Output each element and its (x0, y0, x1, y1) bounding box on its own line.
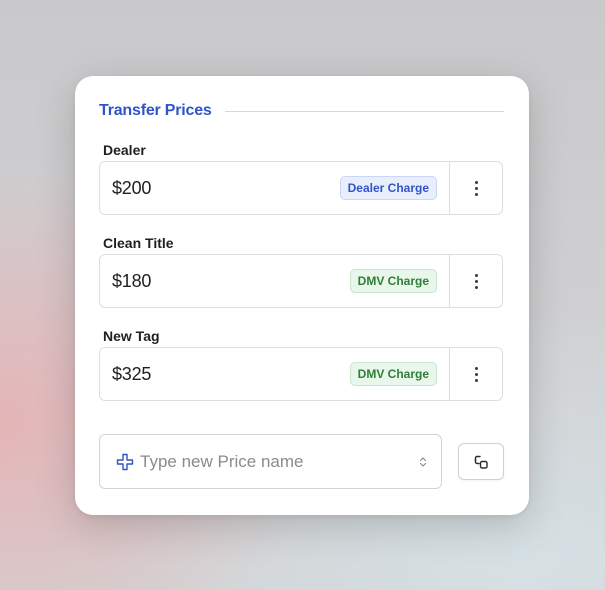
charge-badge: DMV Charge (349, 362, 437, 386)
charge-badge: Dealer Charge (339, 176, 437, 200)
link-action-button[interactable] (458, 443, 504, 480)
link-squares-icon (474, 455, 488, 469)
transfer-prices-card: Transfer Prices Dealer $200 Dealer Charg… (75, 76, 529, 515)
price-label-new-tag: New Tag (103, 328, 160, 344)
price-label-clean-title: Clean Title (103, 235, 174, 251)
price-value: $200 (112, 177, 152, 198)
price-row-dealer: $200 Dealer Charge (99, 161, 503, 215)
new-price-select[interactable] (99, 434, 442, 489)
section-divider (224, 110, 504, 112)
price-field-new-tag[interactable]: $325 DMV Charge (100, 348, 449, 400)
price-label-dealer: Dealer (103, 142, 146, 158)
plus-icon (116, 453, 134, 470)
section-title: Transfer Prices (99, 102, 212, 119)
vertical-dots-icon (474, 273, 478, 289)
price-row-clean-title: $180 DMV Charge (99, 254, 503, 308)
section-header: Transfer Prices (99, 101, 504, 121)
price-field-clean-title[interactable]: $180 DMV Charge (100, 255, 449, 307)
price-row-new-tag: $325 DMV Charge (99, 347, 503, 401)
price-value: $325 (112, 363, 152, 384)
price-field-dealer[interactable]: $200 Dealer Charge (100, 162, 449, 214)
price-value: $180 (112, 270, 152, 291)
row-menu-button[interactable] (449, 348, 502, 400)
vertical-dots-icon (474, 180, 478, 196)
up-down-chevron-icon (419, 456, 427, 467)
charge-badge: DMV Charge (349, 269, 437, 293)
vertical-dots-icon (474, 366, 478, 382)
row-menu-button[interactable] (449, 162, 502, 214)
row-menu-button[interactable] (449, 255, 502, 307)
new-price-name-input[interactable] (140, 451, 419, 472)
